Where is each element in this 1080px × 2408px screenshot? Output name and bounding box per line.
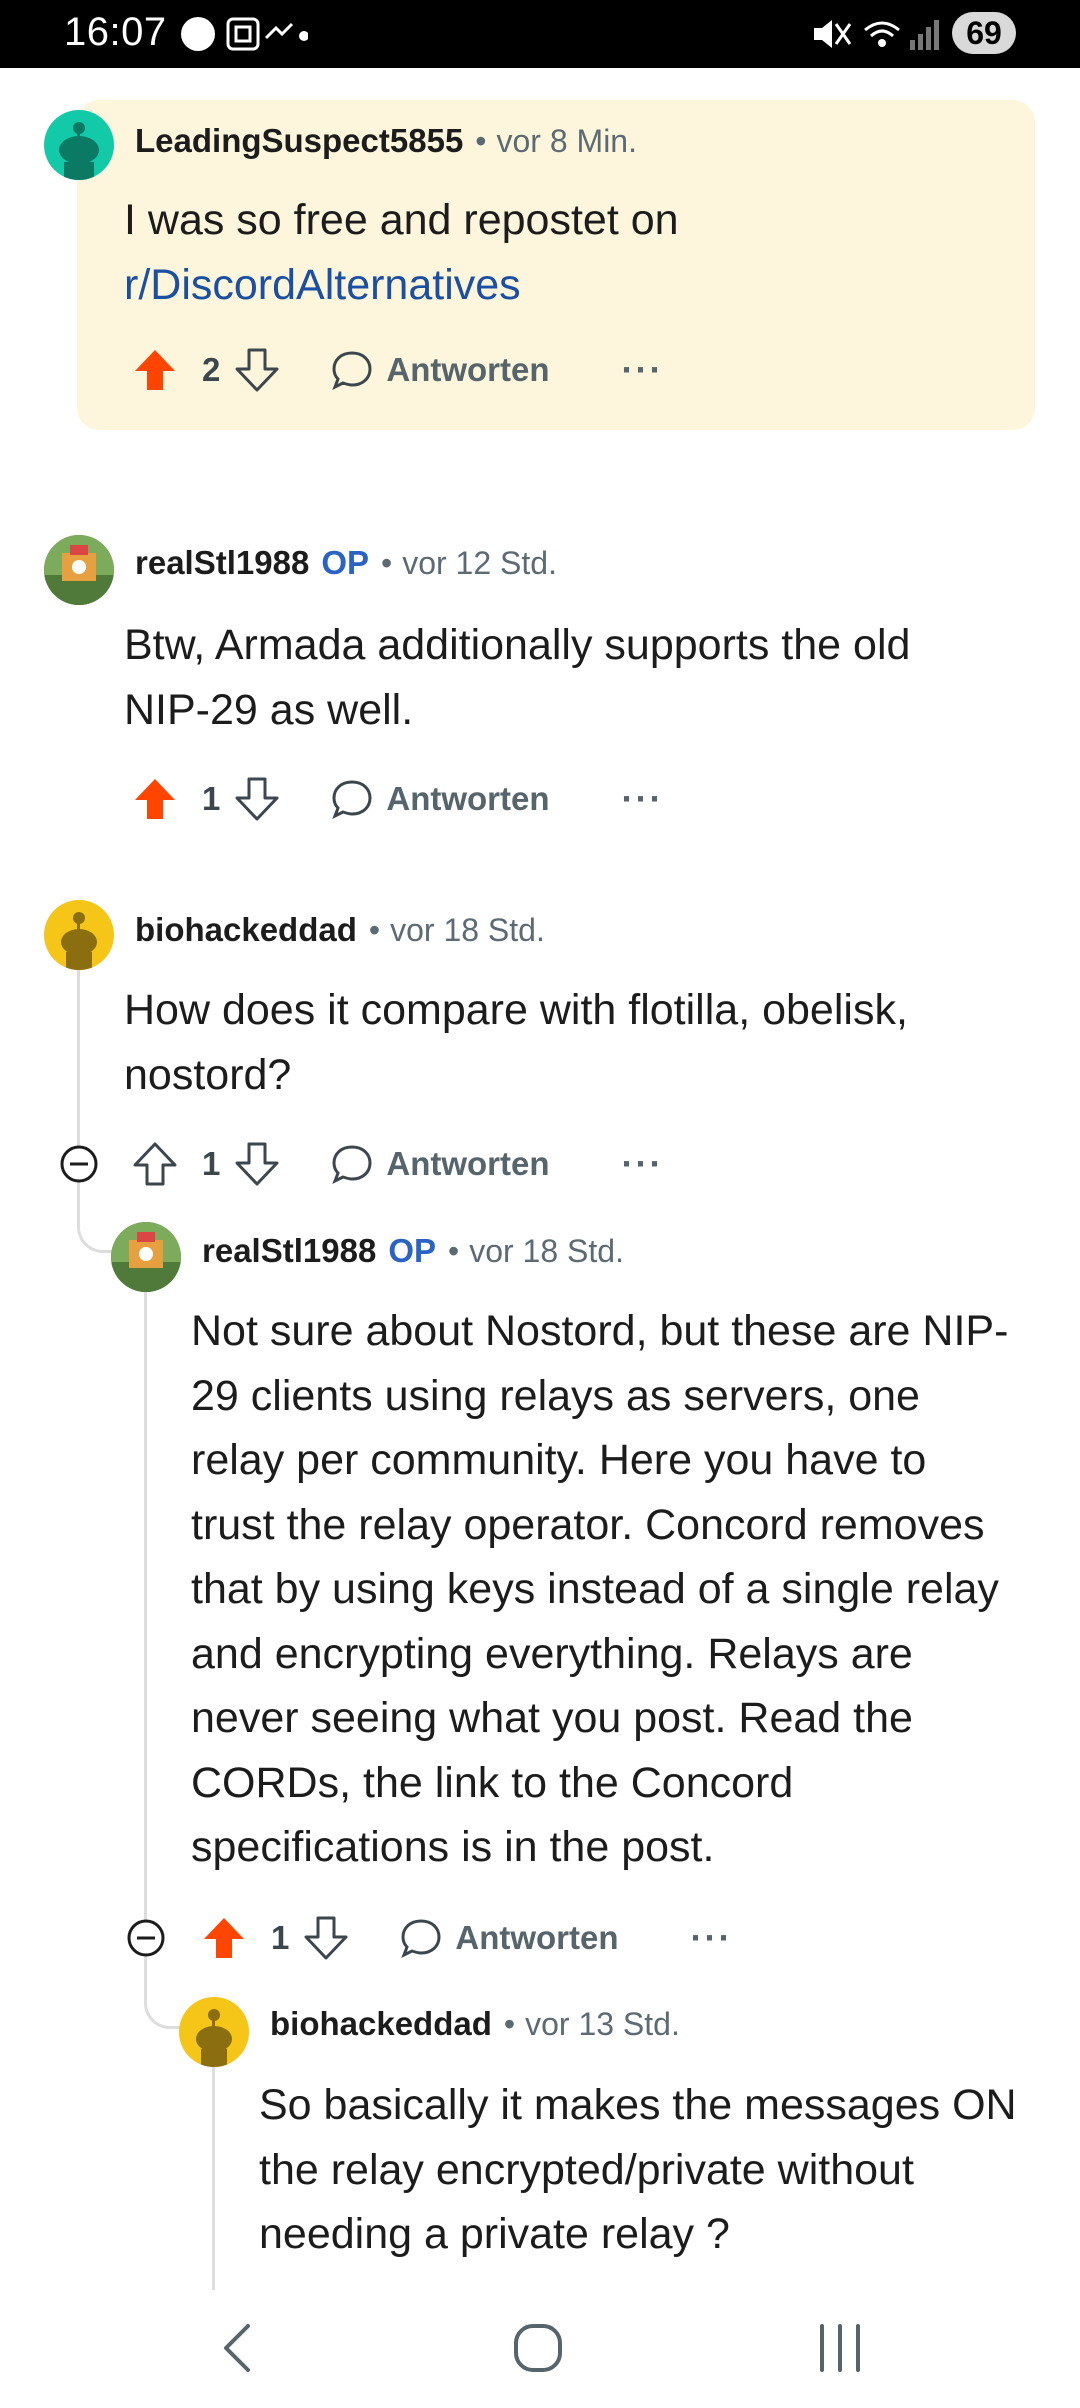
recents-icon[interactable]	[812, 2320, 868, 2376]
comment-time: vor 18 Std.	[469, 1232, 624, 1269]
comment-time: vor 13 Std.	[525, 2005, 680, 2042]
more-options-icon[interactable]: ···	[622, 778, 664, 820]
upvote-icon[interactable]	[132, 776, 178, 822]
collapse-icon	[60, 1145, 98, 1183]
vote-count: 1	[271, 1919, 290, 1956]
more-options-icon[interactable]: ···	[691, 1917, 733, 1959]
avatar[interactable]	[111, 1222, 181, 1292]
home-icon[interactable]	[510, 2320, 566, 2376]
snoo-avatar-icon	[44, 535, 114, 605]
vote-count: 1	[202, 780, 221, 817]
avatar[interactable]	[44, 900, 114, 970]
comment-header: biohackeddad • vor 18 Std.	[135, 911, 545, 949]
op-badge: OP	[321, 544, 369, 581]
op-badge: OP	[388, 1232, 436, 1269]
comment-time: vor 8 Min.	[496, 122, 637, 159]
more-options-icon[interactable]: ···	[622, 1143, 664, 1185]
battery-indicator: 69	[952, 12, 1016, 54]
separator-dot: •	[448, 1232, 460, 1269]
username[interactable]: realStl1988	[202, 1232, 376, 1270]
reply-button[interactable]: Antworten	[330, 1142, 550, 1186]
snoo-avatar-icon	[196, 2009, 232, 2067]
downvote-icon[interactable]	[234, 1141, 280, 1187]
snoo-avatar-icon	[59, 122, 99, 180]
thread-line[interactable]	[144, 1285, 147, 1925]
comment-header: biohackeddad • vor 13 Std.	[270, 2005, 680, 2043]
status-bar: 16:07 69	[0, 0, 1080, 68]
username[interactable]: LeadingSuspect5855	[135, 122, 463, 160]
comment-time: vor 18 Std.	[390, 911, 545, 948]
downvote-icon[interactable]	[234, 776, 280, 822]
notification-icon	[181, 17, 308, 51]
comment-actions: 1 Antworten ···	[132, 776, 663, 822]
comment-header: LeadingSuspect5855 • vor 8 Min.	[135, 122, 637, 160]
username[interactable]: biohackeddad	[270, 2005, 492, 2043]
comment-body: How does it compare with flotilla, obeli…	[124, 986, 908, 1099]
separator-dot: •	[503, 2005, 516, 2042]
comment-header: realStl1988 OP • vor 18 Std.	[202, 1232, 624, 1270]
reply-button[interactable]: Antworten	[399, 1916, 619, 1960]
vote-count: 2	[202, 351, 221, 388]
upvote-icon[interactable]	[132, 347, 178, 393]
downvote-icon[interactable]	[234, 347, 280, 393]
reply-icon	[332, 351, 372, 391]
reply-button[interactable]: Antworten	[330, 348, 550, 392]
snoo-avatar-icon	[61, 912, 97, 970]
notification-icons	[178, 14, 308, 54]
comment-actions: 1 Antworten ···	[201, 1915, 732, 1961]
thread-line[interactable]	[212, 2040, 215, 2290]
comment-body: Btw, Armada additionally supports the ol…	[124, 621, 911, 734]
downvote-icon[interactable]	[303, 1915, 349, 1961]
system-icons	[810, 14, 940, 54]
comment-text: I was so free and repostet on	[124, 196, 679, 244]
reply-label: Antworten	[386, 351, 550, 388]
reply-icon	[332, 1145, 372, 1185]
navigation-bar	[0, 2290, 1080, 2408]
comment-body: I was so free and repostet on r/DiscordA…	[124, 188, 1004, 317]
comment-header: realStl1988 OP • vor 12 Std.	[135, 544, 557, 582]
comment-body: Not sure about Nostord, but these are NI…	[191, 1307, 1009, 1871]
collapse-button[interactable]	[58, 1143, 100, 1190]
comment-time: vor 12 Std.	[402, 544, 557, 581]
upvote-icon[interactable]	[132, 1141, 178, 1187]
reply-icon	[332, 780, 372, 820]
comment-actions: 1 Antworten ···	[132, 1141, 663, 1187]
username[interactable]: biohackeddad	[135, 911, 357, 949]
reply-label: Antworten	[386, 1145, 550, 1182]
status-time: 16:07	[64, 10, 167, 54]
collapse-icon	[127, 1919, 165, 1957]
avatar[interactable]	[44, 535, 114, 605]
more-options-icon[interactable]: ···	[622, 349, 664, 391]
comment-actions: 2 Antworten ···	[132, 347, 663, 393]
reply-icon	[401, 1919, 441, 1959]
snoo-avatar-icon	[111, 1222, 181, 1292]
vote-count: 1	[202, 1145, 221, 1182]
reply-button[interactable]: Antworten	[330, 777, 550, 821]
separator-dot: •	[381, 544, 393, 581]
subreddit-link[interactable]: r/DiscordAlternatives	[124, 253, 1004, 318]
upvote-icon[interactable]	[201, 1915, 247, 1961]
mute-wifi-signal-icon	[814, 20, 939, 50]
username[interactable]: realStl1988	[135, 544, 309, 582]
avatar[interactable]	[44, 110, 114, 180]
reply-label: Antworten	[386, 780, 550, 817]
back-icon[interactable]	[212, 2318, 262, 2378]
comment-body: So basically it makes the messages ON th…	[259, 2081, 1017, 2258]
reply-label: Antworten	[455, 1919, 619, 1956]
avatar[interactable]	[179, 1997, 249, 2067]
separator-dot: •	[368, 911, 381, 948]
collapse-button[interactable]	[125, 1917, 167, 1964]
separator-dot: •	[475, 122, 487, 159]
